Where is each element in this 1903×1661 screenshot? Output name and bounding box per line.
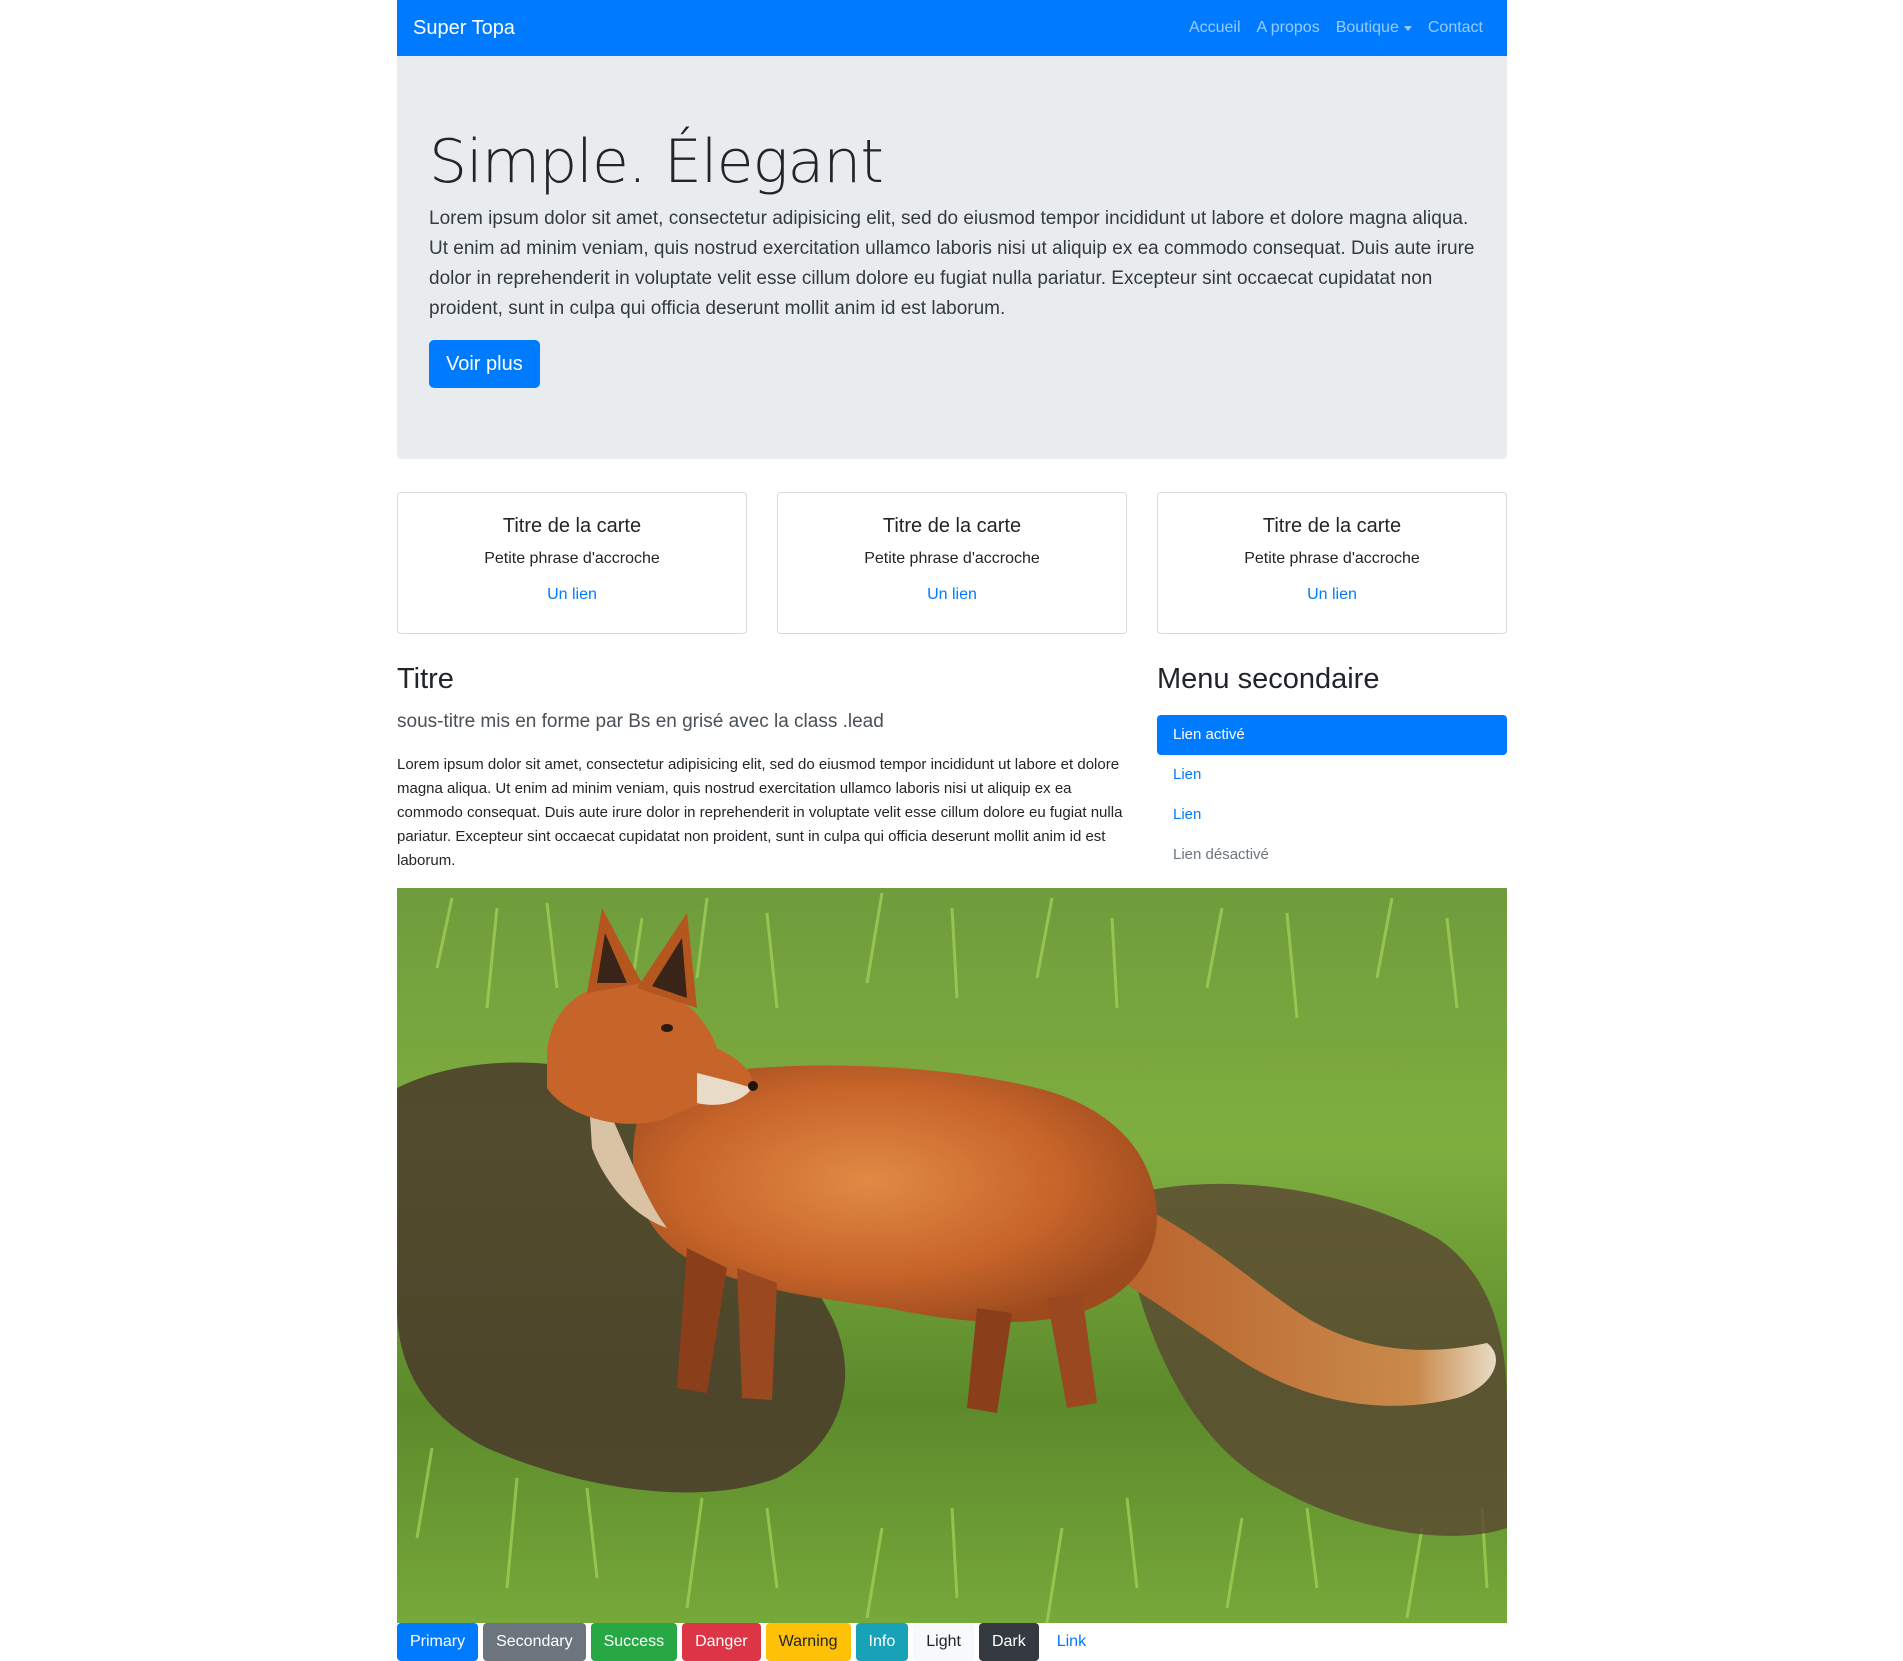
nav-dropdown-label: Boutique — [1335, 19, 1399, 36]
card-link[interactable]: Un lien — [547, 586, 597, 604]
sidebar-title: Menu secondaire — [1157, 663, 1380, 695]
card-text: Petite phrase d'accroche — [484, 550, 660, 567]
buttons-row: Primary Secondary Success Danger Warning… — [397, 1622, 1507, 1661]
sidebar-nav: Lien activé Lien Lien Lien désactivé — [1157, 714, 1507, 875]
main-title: Titre — [397, 663, 454, 695]
sidebar-item-lien[interactable]: Lien — [1157, 795, 1507, 835]
jumbotron-title: Simple. Élegant — [429, 127, 884, 197]
nav-link-accueil[interactable]: Accueil — [1181, 19, 1249, 37]
card: Titre de la carte Petite phrase d'accroc… — [777, 492, 1127, 634]
navbar: Super Topa Accueil A propos Boutique Con… — [397, 0, 1507, 56]
sidebar-item-disabled: Lien désactivé — [1173, 845, 1269, 863]
dark-button[interactable]: Dark — [978, 1622, 1039, 1661]
fox-photo-icon — [397, 887, 1507, 1623]
card-title: Titre de la carte — [502, 515, 642, 537]
danger-button[interactable]: Danger — [682, 1622, 761, 1661]
main-paragraph: Lorem ipsum dolor sit amet, consectetur … — [397, 755, 1123, 869]
main-lead: sous-titre mis en forme par Bs en grisé … — [397, 710, 884, 732]
warning-button[interactable]: Warning — [765, 1622, 851, 1661]
card-text: Petite phrase d'accroche — [1244, 550, 1420, 567]
success-button[interactable]: Success — [590, 1622, 678, 1661]
caret-down-icon — [1403, 25, 1412, 31]
navbar-brand[interactable]: Super Topa — [413, 17, 515, 40]
sidebar: Menu secondaire Lien activé Lien Lien Li… — [1157, 662, 1507, 875]
card: Titre de la carte Petite phrase d'accroc… — [1157, 492, 1507, 634]
light-button[interactable]: Light — [913, 1622, 974, 1661]
card-text: Petite phrase d'accroche — [864, 550, 1040, 567]
card: Titre de la carte Petite phrase d'accroc… — [397, 492, 747, 634]
card-link[interactable]: Un lien — [927, 586, 977, 604]
jumbotron: Simple. Élegant Lorem ipsum dolor sit am… — [397, 56, 1507, 459]
card-title: Titre de la carte — [1262, 515, 1402, 537]
primary-button[interactable]: Primary — [397, 1622, 479, 1661]
sidebar-item-active[interactable]: Lien activé — [1157, 714, 1507, 755]
nav-dropdown-boutique[interactable]: Boutique — [1328, 19, 1420, 37]
nav-link-a-propos[interactable]: A propos — [1249, 19, 1328, 37]
sidebar-item-lien[interactable]: Lien — [1157, 755, 1507, 795]
voir-plus-button[interactable]: Voir plus — [429, 340, 540, 388]
card-link[interactable]: Un lien — [1307, 586, 1357, 604]
fox-photo — [397, 887, 1507, 1623]
main-column: Titre sous-titre mis en forme par Bs en … — [397, 662, 1127, 875]
nav-link-contact[interactable]: Contact — [1420, 19, 1491, 37]
info-button[interactable]: Info — [855, 1622, 909, 1661]
nav-links: Accueil A propos Boutique Contact — [1181, 19, 1491, 37]
content-row: Titre sous-titre mis en forme par Bs en … — [397, 662, 1507, 875]
jumbotron-text: Lorem ipsum dolor sit amet, consectetur … — [429, 208, 1475, 319]
card-title: Titre de la carte — [882, 515, 1022, 537]
secondary-button[interactable]: Secondary — [483, 1622, 586, 1661]
cards-row: Titre de la carte Petite phrase d'accroc… — [397, 492, 1507, 634]
page-container: Super Topa Accueil A propos Boutique Con… — [397, 0, 1507, 1661]
link-button[interactable]: Link — [1044, 1623, 1099, 1661]
